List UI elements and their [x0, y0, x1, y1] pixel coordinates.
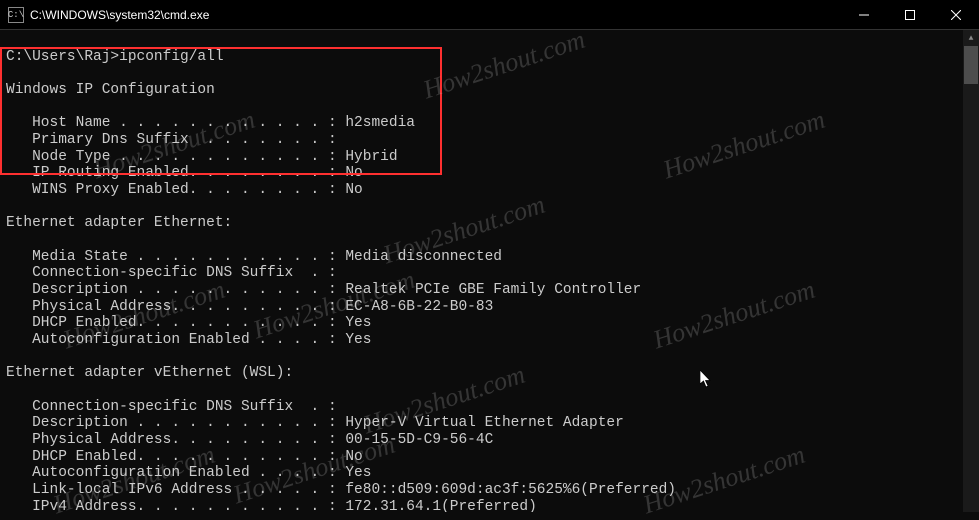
output-line: Physical Address. . . . . . . . . : EC-A… [6, 299, 493, 315]
minimize-button[interactable] [841, 0, 887, 29]
titlebar-left: C:\ C:\WINDOWS\system32\cmd.exe [0, 7, 209, 23]
window-controls [841, 0, 979, 29]
output-line: Description . . . . . . . . . . . : Hype… [6, 415, 624, 431]
output-line: Physical Address. . . . . . . . . : 00-1… [6, 432, 493, 448]
close-button[interactable] [933, 0, 979, 29]
output-line: Autoconfiguration Enabled . . . . : Yes [6, 465, 371, 481]
output-line: IP Routing Enabled. . . . . . . . : No [6, 165, 363, 181]
output-line: Media State . . . . . . . . . . . : Medi… [6, 249, 502, 265]
output-line: Primary Dns Suffix . . . . . . . : [6, 132, 337, 148]
maximize-button[interactable] [887, 0, 933, 29]
output-line: IPv4 Address. . . . . . . . . . . : 172.… [6, 499, 537, 512]
section-header-ethernet: Ethernet adapter Ethernet: [6, 215, 232, 231]
window-title: C:\WINDOWS\system32\cmd.exe [30, 8, 209, 22]
cmd-icon: C:\ [8, 7, 24, 23]
output-line: Connection-specific DNS Suffix . : [6, 265, 337, 281]
console-output[interactable]: C:\Users\Raj>ipconfig/all Windows IP Con… [0, 30, 979, 512]
output-line: Connection-specific DNS Suffix . : [6, 399, 337, 415]
section-header-ipconfig: Windows IP Configuration [6, 82, 215, 98]
output-line: Description . . . . . . . . . . . : Real… [6, 282, 641, 298]
scroll-thumb[interactable] [964, 46, 978, 84]
scroll-up-arrow-icon[interactable]: ▲ [963, 30, 979, 46]
output-line: DHCP Enabled. . . . . . . . . . . : No [6, 449, 363, 465]
output-line: Node Type . . . . . . . . . . . . : Hybr… [6, 149, 398, 165]
output-line: WINS Proxy Enabled. . . . . . . . : No [6, 182, 363, 198]
output-line: Autoconfiguration Enabled . . . . : Yes [6, 332, 371, 348]
vertical-scrollbar[interactable]: ▲ [963, 30, 979, 512]
output-line: Host Name . . . . . . . . . . . . : h2sm… [6, 115, 415, 131]
output-line: DHCP Enabled. . . . . . . . . . . : Yes [6, 315, 371, 331]
output-line: Link-local IPv6 Address . . . . . : fe80… [6, 482, 676, 498]
prompt-line: C:\Users\Raj>ipconfig/all [6, 49, 224, 65]
window-titlebar: C:\ C:\WINDOWS\system32\cmd.exe [0, 0, 979, 30]
section-header-vethernet: Ethernet adapter vEthernet (WSL): [6, 365, 293, 381]
